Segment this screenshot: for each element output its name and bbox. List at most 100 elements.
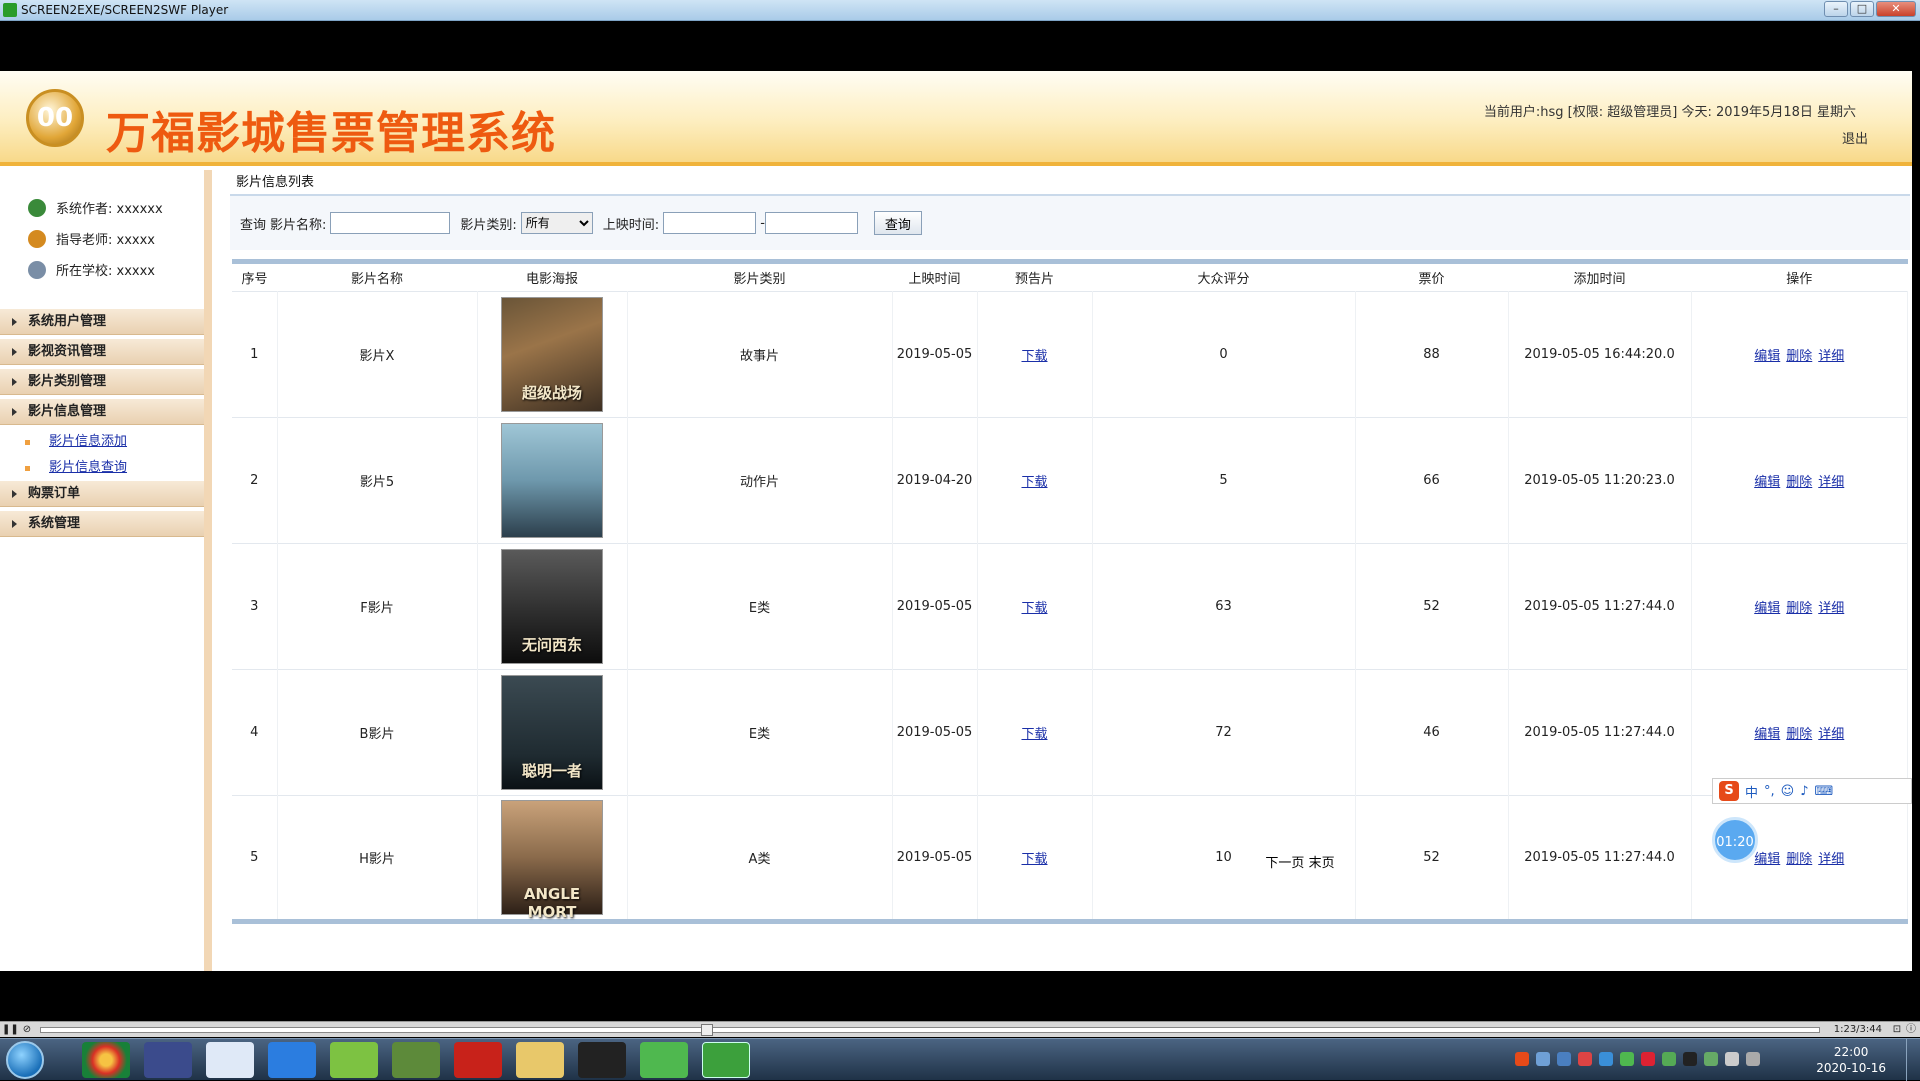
start-button[interactable] [6, 1041, 44, 1079]
fullscreen-icon[interactable]: ⊡ [1890, 1023, 1904, 1036]
flag-tray-icon[interactable] [1662, 1052, 1676, 1066]
punctuation-icon[interactable]: °, [1764, 784, 1775, 799]
sogou-tray-icon[interactable] [1515, 1052, 1529, 1066]
shield-tray-icon[interactable] [1557, 1052, 1571, 1066]
detail-link[interactable]: 详细 [1818, 727, 1844, 742]
game-icon[interactable] [330, 1042, 378, 1078]
close-button[interactable]: ✕ [1876, 1, 1916, 17]
security-tray-icon[interactable] [1599, 1052, 1613, 1066]
qq-browser-icon[interactable] [268, 1042, 316, 1078]
edit-link[interactable]: 编辑 [1754, 601, 1780, 616]
playback-time: 1:23/3:44 [1833, 1024, 1882, 1035]
notepad-icon[interactable] [392, 1042, 440, 1078]
cell-trailer: 下载 [977, 543, 1093, 670]
flash-icon[interactable] [454, 1042, 502, 1078]
ime-mode-label[interactable]: 中 [1745, 782, 1758, 801]
folder-icon[interactable] [516, 1042, 564, 1078]
recording-timer[interactable]: 01:20 [1712, 817, 1758, 863]
stop-icon[interactable]: ⊘ [20, 1023, 34, 1036]
show-desktop-button[interactable] [1906, 1039, 1920, 1081]
eclipse-icon[interactable] [144, 1042, 192, 1078]
emoji-icon[interactable]: ☺ [1781, 784, 1795, 799]
menu-news-management[interactable]: 影视资讯管理 [0, 339, 204, 365]
cell-category: 动作片 [627, 417, 893, 544]
cell-actions: 编辑 删除 详细 [1691, 417, 1908, 544]
release-date-start-input[interactable] [663, 212, 757, 234]
sogou-icon[interactable]: S [1719, 781, 1739, 801]
trailer-download-link[interactable]: 下载 [1021, 475, 1047, 490]
last-page-link[interactable]: 末页 [1309, 856, 1335, 871]
user-info: 当前用户:hsg [权限: 超级管理员] 今天: 2019年5月18日 星期六 [1483, 105, 1856, 120]
wechat-tray-icon[interactable] [1620, 1052, 1634, 1066]
cell-price: 46 [1355, 669, 1509, 796]
trailer-download-link[interactable]: 下载 [1021, 601, 1047, 616]
logout-link[interactable]: 退出 [1842, 128, 1868, 147]
menu-film-management[interactable]: 影片信息管理 [0, 399, 204, 425]
network-tray-icon[interactable] [1536, 1052, 1550, 1066]
edit-link[interactable]: 编辑 [1754, 475, 1780, 490]
menu-category-management[interactable]: 影片类别管理 [0, 369, 204, 395]
seek-thumb[interactable] [701, 1024, 713, 1036]
cell-name: B影片 [277, 669, 478, 796]
antivirus-tray-icon[interactable] [1578, 1052, 1592, 1066]
alert-tray-icon[interactable] [1641, 1052, 1655, 1066]
cell-trailer: 下载 [977, 417, 1093, 544]
taskbar: 22:00 2020-10-16 [0, 1038, 1920, 1081]
delete-link[interactable]: 删除 [1786, 601, 1812, 616]
delete-link[interactable]: 删除 [1786, 727, 1812, 742]
cell-actions: 编辑 删除 详细 [1691, 543, 1908, 670]
screen-player-icon[interactable] [702, 1042, 750, 1078]
edit-link[interactable]: 编辑 [1754, 727, 1780, 742]
cell-release: 2019-05-05 [892, 543, 978, 670]
player-seekbar: ❚❚ ⊘ 1:23/3:44 ⊡ ⓘ [0, 1021, 1920, 1037]
delete-link[interactable]: 删除 [1786, 349, 1812, 364]
cell-score: 63 [1092, 543, 1356, 670]
cell-poster: 超级战场 [477, 291, 628, 418]
clock-time: 22:00 [1833, 1045, 1869, 1059]
pause-icon[interactable]: ❚❚ [2, 1023, 19, 1036]
ime-toolbar[interactable]: S 中 °, ☺ ♪ ⌨ [1712, 778, 1912, 804]
menu-orders[interactable]: 购票订单 [0, 481, 204, 507]
volume-tray-icon[interactable] [1725, 1052, 1739, 1066]
submenu-film-add[interactable]: 影片信息添加 [0, 429, 204, 455]
menu-user-management[interactable]: 系统用户管理 [0, 309, 204, 335]
qq-tray-icon[interactable] [1683, 1052, 1697, 1066]
keyboard-icon[interactable]: ⌨ [1815, 784, 1834, 799]
microphone-icon[interactable]: ♪ [1800, 784, 1808, 799]
trailer-download-link[interactable]: 下载 [1021, 727, 1047, 742]
submenu-film-query[interactable]: 影片信息查询 [0, 455, 204, 481]
battery-tray-icon[interactable] [1704, 1052, 1718, 1066]
film-type-select[interactable]: 所有 [520, 212, 593, 234]
chrome-icon[interactable] [82, 1042, 130, 1078]
info-icon[interactable]: ⓘ [1904, 1023, 1918, 1036]
cell-poster: 聪明一者 [477, 669, 628, 796]
edit-link[interactable]: 编辑 [1754, 349, 1780, 364]
minimize-button[interactable]: – [1824, 1, 1848, 17]
cell-name: F影片 [277, 543, 478, 670]
qq-icon[interactable] [578, 1042, 626, 1078]
school-label: 所在学校: xxxxx [56, 264, 155, 279]
delete-link[interactable]: 删除 [1786, 475, 1812, 490]
film-name-label: 影片名称: [270, 217, 327, 233]
maximize-button[interactable]: □ [1850, 1, 1874, 17]
detail-link[interactable]: 详细 [1818, 349, 1844, 364]
seek-track[interactable] [40, 1024, 1820, 1036]
poster-title: 聪明一者 [521, 762, 582, 780]
wechat-icon[interactable] [640, 1042, 688, 1078]
col-price: 票价 [1355, 259, 1508, 292]
film-name-input[interactable] [330, 212, 451, 234]
release-date-end-input[interactable] [764, 212, 858, 234]
cell-poster: 无问西东 [477, 543, 628, 670]
web-page: 00 万福影城售票管理系统 当前用户:hsg [权限: 超级管理员] 今天: 2… [0, 71, 1912, 971]
trailer-download-link[interactable]: 下载 [1021, 349, 1047, 364]
cell-name: 影片X [277, 291, 478, 418]
detail-link[interactable]: 详细 [1818, 601, 1844, 616]
detail-link[interactable]: 详细 [1818, 475, 1844, 490]
col-name: 影片名称 [277, 259, 477, 292]
menu-system[interactable]: 系统管理 [0, 511, 204, 537]
display-tray-icon[interactable] [1746, 1052, 1760, 1066]
taskbar-clock[interactable]: 22:00 2020-10-16 [1816, 1044, 1886, 1076]
photos-icon[interactable] [206, 1042, 254, 1078]
search-button[interactable]: 查询 [873, 211, 922, 235]
next-page-link[interactable]: 下一页 [1265, 856, 1304, 871]
